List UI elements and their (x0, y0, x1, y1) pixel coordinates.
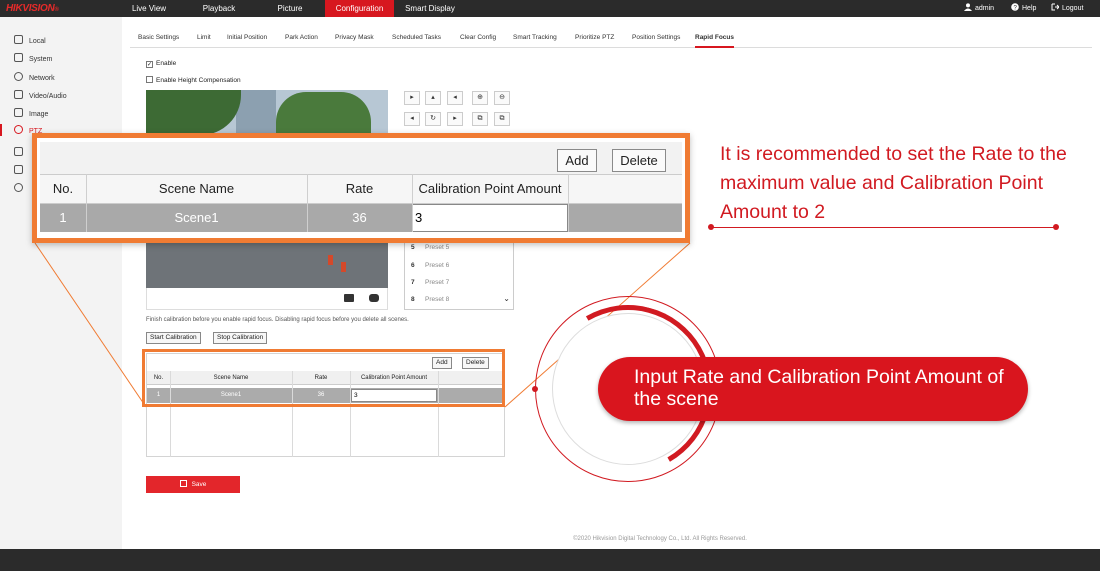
annotation-dot (1053, 224, 1059, 230)
column-divider (86, 174, 87, 232)
zoom-add-button[interactable]: Add (557, 149, 597, 172)
calibration-amount-input[interactable]: 3 (412, 204, 568, 232)
column-divider (307, 174, 308, 232)
zoom-table-header: No. Scene Name Rate Calibration Point Am… (40, 174, 682, 204)
zoom-button-bar: Add Delete (40, 142, 682, 174)
cell-rate[interactable]: 36 (307, 204, 412, 232)
table-row[interactable]: 1 Scene1 36 3 (40, 204, 682, 232)
annotation-underline (711, 227, 1057, 228)
instruction-pill: Input Rate and Calibration Point Amount … (598, 357, 1028, 421)
annotation-dot (708, 224, 714, 230)
cell-scene-name[interactable]: Scene1 (86, 204, 307, 232)
column-divider (568, 174, 569, 232)
column-header: No. (52, 181, 74, 196)
annotation-dot (532, 386, 538, 392)
column-header: Rate (345, 181, 374, 196)
recommendation-annotation: It is recommended to set the Rate to the… (720, 143, 1067, 223)
column-header: Calibration Point Amount (418, 181, 562, 196)
zoom-delete-button[interactable]: Delete (612, 149, 666, 172)
column-header: Scene Name (158, 181, 235, 196)
zoom-callout-lines (34, 242, 691, 408)
zoomed-scene-table: Add Delete No. Scene Name Rate Calibrati… (32, 133, 690, 243)
cell-no: 1 (59, 210, 67, 225)
column-divider (412, 174, 413, 232)
